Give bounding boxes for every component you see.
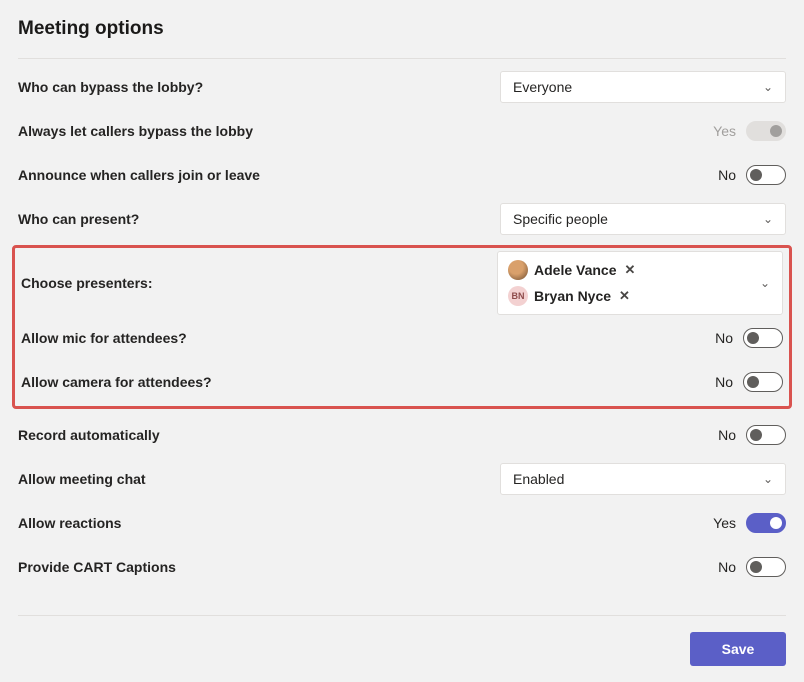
dropdown-who-present-value: Specific people (513, 211, 608, 227)
toggle-announce[interactable] (746, 165, 786, 185)
row-allow-mic: Allow mic for attendees? No (21, 316, 783, 360)
row-record-auto: Record automatically No (18, 413, 786, 457)
label-allow-mic: Allow mic for attendees? (21, 330, 701, 346)
highlight-box: Choose presenters: Adele Vance ✕ BN Brya… (12, 245, 792, 409)
presenter-name: Bryan Nyce (534, 288, 611, 304)
label-record-auto: Record automatically (18, 427, 704, 443)
label-bypass-lobby: Who can bypass the lobby? (18, 79, 486, 95)
avatar (508, 260, 528, 280)
presenters-picker[interactable]: Adele Vance ✕ BN Bryan Nyce ✕ ⌄ (497, 251, 783, 315)
label-who-present: Who can present? (18, 211, 486, 227)
dropdown-who-present[interactable]: Specific people ⌄ (500, 203, 786, 235)
label-cart-captions: Provide CART Captions (18, 559, 704, 575)
label-choose-presenters: Choose presenters: (21, 275, 483, 291)
chevron-down-icon: ⌄ (760, 276, 770, 290)
row-allow-reactions: Allow reactions Yes (18, 501, 786, 545)
chevron-down-icon: ⌄ (763, 472, 773, 486)
dropdown-allow-chat-value: Enabled (513, 471, 564, 487)
toggle-callers-bypass (746, 121, 786, 141)
state-cart-captions: No (718, 559, 736, 575)
row-announce: Announce when callers join or leave No (18, 153, 786, 197)
toggle-cart-captions[interactable] (746, 557, 786, 577)
row-choose-presenters: Choose presenters: Adele Vance ✕ BN Brya… (21, 250, 783, 316)
avatar: BN (508, 286, 528, 306)
save-button[interactable]: Save (690, 632, 786, 666)
state-allow-camera: No (715, 374, 733, 390)
row-who-present: Who can present? Specific people ⌄ (18, 197, 786, 241)
remove-presenter-icon[interactable]: ✕ (619, 288, 630, 304)
toggle-record-auto[interactable] (746, 425, 786, 445)
toggle-allow-mic[interactable] (743, 328, 783, 348)
chevron-down-icon: ⌄ (763, 212, 773, 226)
state-allow-mic: No (715, 330, 733, 346)
label-allow-chat: Allow meeting chat (18, 471, 486, 487)
row-cart-captions: Provide CART Captions No (18, 545, 786, 589)
toggle-allow-reactions[interactable] (746, 513, 786, 533)
state-callers-bypass: Yes (713, 123, 736, 139)
dropdown-bypass-lobby-value: Everyone (513, 79, 572, 95)
row-allow-chat: Allow meeting chat Enabled ⌄ (18, 457, 786, 501)
presenter-chip: BN Bryan Nyce ✕ (508, 286, 772, 306)
state-announce: No (718, 167, 736, 183)
page-title: Meeting options (18, 18, 786, 40)
label-announce: Announce when callers join or leave (18, 167, 704, 183)
presenter-name: Adele Vance (534, 262, 617, 278)
divider (18, 58, 786, 59)
dropdown-allow-chat[interactable]: Enabled ⌄ (500, 463, 786, 495)
remove-presenter-icon[interactable]: ✕ (625, 262, 636, 278)
row-allow-camera: Allow camera for attendees? No (21, 360, 783, 404)
row-bypass-lobby: Who can bypass the lobby? Everyone ⌄ (18, 65, 786, 109)
label-allow-camera: Allow camera for attendees? (21, 374, 701, 390)
state-allow-reactions: Yes (713, 515, 736, 531)
footer: Save (18, 615, 786, 666)
label-callers-bypass: Always let callers bypass the lobby (18, 123, 699, 139)
row-callers-bypass: Always let callers bypass the lobby Yes (18, 109, 786, 153)
chevron-down-icon: ⌄ (763, 80, 773, 94)
toggle-allow-camera[interactable] (743, 372, 783, 392)
state-record-auto: No (718, 427, 736, 443)
label-allow-reactions: Allow reactions (18, 515, 699, 531)
presenter-chip: Adele Vance ✕ (508, 260, 772, 280)
dropdown-bypass-lobby[interactable]: Everyone ⌄ (500, 71, 786, 103)
